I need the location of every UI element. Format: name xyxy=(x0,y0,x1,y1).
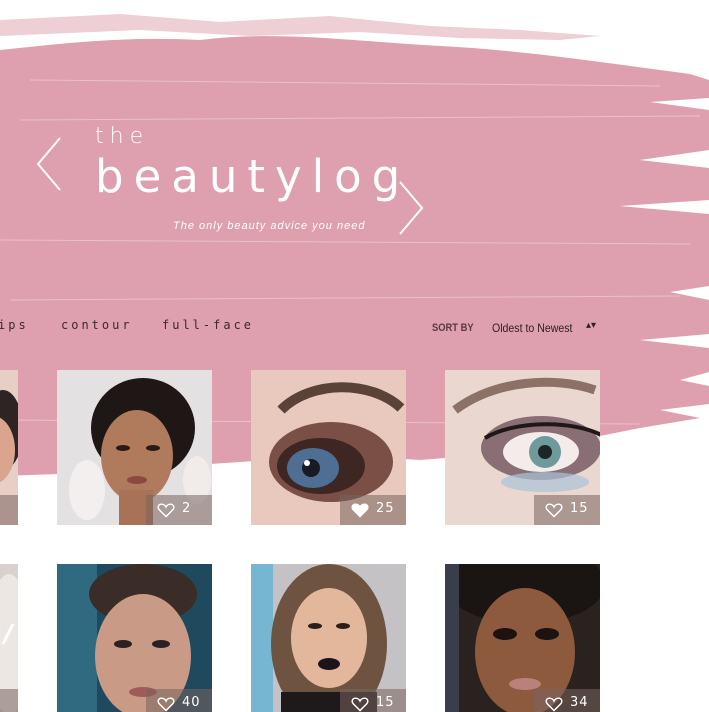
prev-slide-button[interactable] xyxy=(34,136,64,192)
likes-badge[interactable]: 15 xyxy=(534,495,600,525)
heart-outline-icon xyxy=(545,503,563,518)
filter-contour[interactable]: contour xyxy=(61,318,133,332)
likes-badge[interactable]: 34 xyxy=(534,689,600,712)
heart-filled-icon xyxy=(351,503,369,518)
post-tile[interactable]: 34 xyxy=(445,564,600,712)
likes-count: 25 xyxy=(376,501,395,516)
likes-badge[interactable]: 40 xyxy=(146,689,212,712)
filter-lips[interactable]: ips xyxy=(0,318,29,332)
post-tile[interactable]: 2 xyxy=(57,370,212,525)
heart-outline-icon xyxy=(351,697,369,712)
post-tile[interactable]: 40 xyxy=(57,564,212,712)
post-tile[interactable]: 25 xyxy=(251,370,406,525)
likes-count: 15 xyxy=(376,695,395,710)
sort-label: SORT BY xyxy=(432,322,474,334)
likes-badge[interactable]: 2 xyxy=(146,495,212,525)
chevron-right-icon xyxy=(399,181,424,235)
brand-name: beautylog xyxy=(95,150,411,203)
sort-select[interactable]: Oldest to Newest xyxy=(492,321,572,335)
likes-count: 15 xyxy=(570,501,589,516)
next-slide-button[interactable] xyxy=(396,180,426,236)
likes-count: 34 xyxy=(570,695,589,710)
likes-badge[interactable]: 5 xyxy=(0,689,18,712)
post-tile[interactable]: 5 xyxy=(0,564,18,712)
likes-badge[interactable]: 15 xyxy=(340,689,406,712)
brand-prefix: the xyxy=(95,124,150,149)
heart-outline-icon xyxy=(157,503,175,518)
post-tile[interactable]: 15 xyxy=(251,564,406,712)
brand-tagline: The only beauty advice you need xyxy=(173,220,366,232)
heart-outline-icon xyxy=(157,697,175,712)
heart-outline-icon xyxy=(545,697,563,712)
filter-full-face[interactable]: full-face xyxy=(162,318,254,332)
post-tile[interactable]: 2 xyxy=(0,370,18,525)
likes-badge[interactable]: 25 xyxy=(340,495,406,525)
post-tile[interactable]: 15 xyxy=(445,370,600,525)
chevron-left-icon xyxy=(36,137,61,191)
likes-count: 40 xyxy=(182,695,201,710)
sort-caret-icon[interactable]: ▴▾ xyxy=(586,321,596,331)
likes-count: 2 xyxy=(182,501,192,516)
likes-badge[interactable]: 2 xyxy=(0,495,18,525)
page: the beautylog The only beauty advice you… xyxy=(0,0,709,712)
